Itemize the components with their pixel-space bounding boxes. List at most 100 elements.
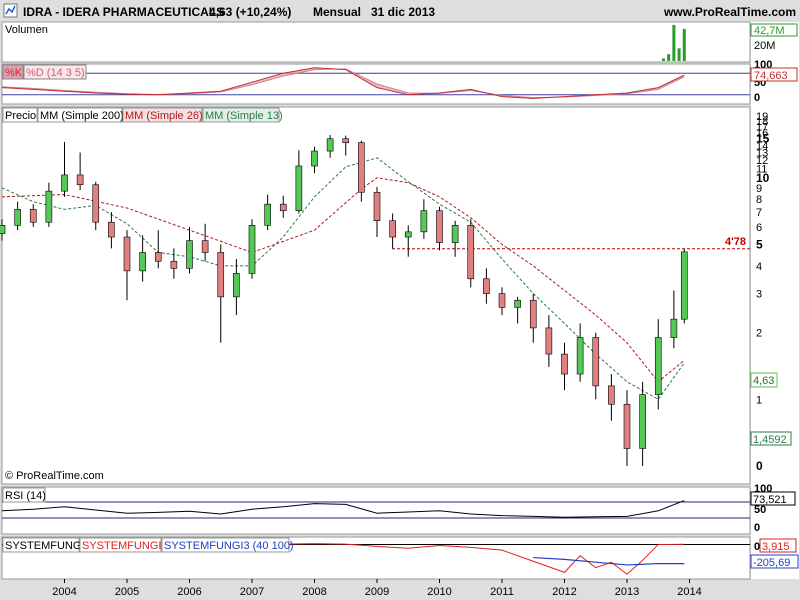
stoch-tick: 0: [754, 92, 760, 104]
symbol-title: IDRA - IDERA PHARMACEUTICALS: [23, 5, 224, 19]
candle-down: [76, 174, 84, 186]
candle-up: [139, 252, 146, 272]
candle-up: [233, 273, 240, 298]
price-tick: 7: [756, 207, 762, 219]
price-tick: 8: [756, 194, 762, 206]
candle-up: [654, 337, 662, 395]
sf-tick: 0: [754, 541, 760, 553]
candle-down: [29, 209, 37, 223]
candle-down: [467, 225, 475, 280]
candle-up: [451, 225, 459, 243]
candle-down: [436, 210, 443, 243]
candle-down: [217, 252, 225, 298]
candle-down: [170, 260, 178, 269]
rsi-tick: 0: [754, 522, 760, 534]
price-tick: 0: [756, 459, 763, 473]
candle-down: [373, 191, 381, 221]
x-tick-label: 2010: [427, 586, 451, 598]
candle-up: [326, 138, 334, 152]
stoch-last-value: 74,663: [754, 70, 788, 82]
volume-panel: [1, 21, 751, 63]
candle-down: [561, 353, 568, 375]
stoch-legend-k: %K: [5, 67, 23, 79]
x-tick-label: 2005: [115, 586, 139, 598]
price-tick: 1: [756, 394, 762, 406]
candle-down: [358, 142, 365, 193]
candle-down: [201, 240, 209, 253]
x-tick-label: 2009: [365, 586, 389, 598]
volume-bar: [672, 24, 676, 61]
price-tick: 9: [756, 183, 762, 195]
candle-up: [680, 251, 688, 320]
candle-up: [514, 299, 521, 308]
price-tick: 6: [756, 222, 762, 234]
chart-window: IDRA - IDERA PHARMACEUTICALS 4,63 (+10,2…: [0, 0, 800, 600]
price-tick: 3: [756, 289, 762, 301]
copyright-text: © ProRealTime.com: [5, 470, 104, 482]
sf3-last-value: -205,69: [753, 557, 790, 569]
x-tick-label: 2014: [677, 586, 701, 598]
candle-down: [342, 138, 350, 143]
site-text: www.ProRealTime.com: [663, 5, 796, 19]
volume-bar: [682, 28, 686, 62]
volume-bar: [661, 58, 665, 61]
x-tick-label: 2004: [52, 586, 76, 598]
candle-up: [45, 190, 53, 223]
level-label: 4'78: [725, 236, 746, 248]
candle-up: [420, 210, 428, 233]
candle-down: [498, 293, 506, 308]
price-tick: 2: [756, 328, 762, 340]
x-tick-label: 2006: [177, 586, 201, 598]
price-tick: 4: [756, 261, 762, 273]
quote-text: 4,63 (+10,24%): [209, 5, 291, 19]
rsi-panel: [1, 486, 751, 535]
candle-up: [295, 165, 303, 212]
price-legend-item: MM (Simple 26): [125, 110, 203, 122]
candle-up: [404, 231, 412, 238]
stoch-legend-d: %D (14 3 5): [26, 67, 85, 79]
sf2-last-value: 3,915: [762, 541, 790, 553]
volume-tick: 20M: [754, 40, 775, 52]
candle-up: [639, 394, 646, 449]
sf-legend-item: SYSTEMFUNGI: [5, 540, 84, 552]
x-tick-label: 2011: [490, 586, 514, 598]
volume-legend: Volumen: [5, 24, 48, 36]
candle-down: [623, 403, 631, 449]
price-last-value: 4,63: [753, 375, 774, 387]
candle-up: [670, 318, 678, 338]
candle-down: [608, 385, 615, 405]
price-legend-item: MM (Simple 200): [40, 110, 124, 122]
price-legend-item: MM (Simple 13): [205, 110, 283, 122]
chart-svg: IDRA - IDERA PHARMACEUTICALS 4,63 (+10,2…: [0, 0, 800, 600]
volume-bar: [667, 54, 671, 61]
date-text: 31 dic 2013: [371, 5, 435, 19]
x-tick-label: 2008: [302, 586, 326, 598]
sf-legend-item: SYSTEMFUNGI3 (40 100): [164, 540, 294, 552]
price-tick: 5: [756, 237, 763, 251]
x-tick-label: 2013: [615, 586, 639, 598]
candle-down: [279, 203, 287, 212]
candle-down: [389, 220, 396, 238]
sf-legend-item: SYSTEMFUNGI2: [82, 540, 168, 552]
x-tick-label: 2012: [552, 586, 576, 598]
rsi-legend: RSI (14): [5, 490, 46, 502]
ma-last-value: 1,4592: [753, 434, 787, 446]
candle-up: [61, 174, 68, 192]
candle-down: [545, 327, 553, 355]
candle-down: [592, 337, 600, 387]
candle-down: [123, 236, 131, 272]
volume-bar: [677, 48, 681, 61]
period-text: Mensual: [313, 5, 361, 19]
x-tick-label: 2007: [240, 586, 264, 598]
candle-up: [264, 203, 271, 226]
candle-up: [0, 225, 6, 234]
candle-up: [186, 240, 193, 269]
candle-down: [154, 252, 162, 262]
candle-up: [311, 150, 318, 167]
candle-down: [529, 299, 537, 329]
rsi-last-value: 73,521: [753, 494, 787, 506]
candle-up: [248, 225, 256, 274]
volume-last-value: 42,7M: [754, 25, 785, 37]
price-panel: [1, 106, 751, 485]
candle-down: [108, 221, 115, 238]
